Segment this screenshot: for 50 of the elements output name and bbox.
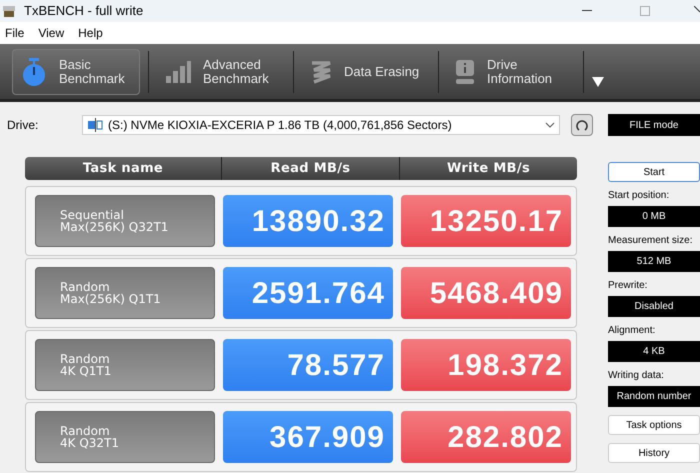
setting-label: Writing data: bbox=[608, 369, 665, 383]
setting-label: Measurement size: bbox=[608, 234, 694, 248]
zigzag-icon bbox=[310, 60, 332, 84]
minimize-icon[interactable] bbox=[582, 10, 592, 12]
drive-info-icon bbox=[455, 58, 475, 84]
setting-value: Disabled bbox=[608, 296, 700, 317]
task-name: Sequential Max(256K) Q32T1 bbox=[35, 195, 215, 247]
window-title: TxBENCH - full write bbox=[24, 2, 144, 20]
app-icon bbox=[2, 4, 16, 18]
read-value: 13890.32 bbox=[223, 195, 393, 247]
task-name: Random Max(256K) Q1T1 bbox=[35, 267, 215, 319]
toolbar-tab[interactable]: Drive Information bbox=[447, 48, 575, 94]
column-header: Write MB/s bbox=[399, 157, 577, 180]
dropdown-triangle-icon[interactable] bbox=[592, 76, 604, 86]
read-value: 2591.764 bbox=[223, 267, 393, 319]
drive-label: Drive: bbox=[7, 117, 40, 134]
column-header: Read MB/s bbox=[221, 157, 399, 180]
toolbar-tab[interactable]: Advanced Benchmark bbox=[157, 48, 285, 94]
setting-value: 4 KB bbox=[608, 341, 700, 362]
setting-label: Alignment: bbox=[608, 324, 656, 338]
setting-value: 512 MB bbox=[608, 251, 700, 272]
toolbar-tab[interactable]: Data Erasing bbox=[302, 48, 430, 94]
side-button[interactable]: Task options bbox=[608, 415, 700, 435]
write-value: 198.372 bbox=[401, 339, 571, 391]
stopwatch-icon bbox=[21, 56, 47, 86]
write-value: 5468.409 bbox=[401, 267, 571, 319]
bar-chart-icon bbox=[165, 60, 191, 84]
write-value: 282.802 bbox=[401, 411, 571, 463]
write-value: 13250.17 bbox=[401, 195, 571, 247]
drive-icon bbox=[87, 118, 103, 132]
read-value: 367.909 bbox=[223, 411, 393, 463]
toolbar-tab[interactable]: Basic Benchmark bbox=[12, 48, 140, 94]
setting-value: Random number bbox=[608, 386, 700, 407]
task-name: Random 4K Q32T1 bbox=[35, 411, 215, 463]
chevron-down-icon bbox=[545, 122, 555, 128]
mode-indicator: FILE mode bbox=[608, 114, 700, 136]
setting-label: Prewrite: bbox=[608, 279, 648, 293]
task-name: Random 4K Q1T1 bbox=[35, 339, 215, 391]
menu-item[interactable]: File bbox=[5, 24, 24, 42]
read-value: 78.577 bbox=[223, 339, 393, 391]
refresh-icon bbox=[575, 118, 589, 132]
column-header: Task name bbox=[82, 160, 164, 178]
setting-label: Start position: bbox=[608, 189, 670, 203]
menu-item[interactable]: Help bbox=[78, 24, 103, 42]
refresh-button[interactable] bbox=[571, 114, 593, 136]
menu-item[interactable]: View bbox=[38, 24, 64, 42]
start-button[interactable]: Start bbox=[608, 162, 700, 182]
drive-select[interactable]: (S:) NVMe KIOXIA-EXCERIA P 1.86 TB (4,000,761,856 Sectors) bbox=[82, 115, 560, 135]
side-button[interactable]: History bbox=[608, 443, 700, 463]
setting-value: 0 MB bbox=[608, 206, 700, 227]
